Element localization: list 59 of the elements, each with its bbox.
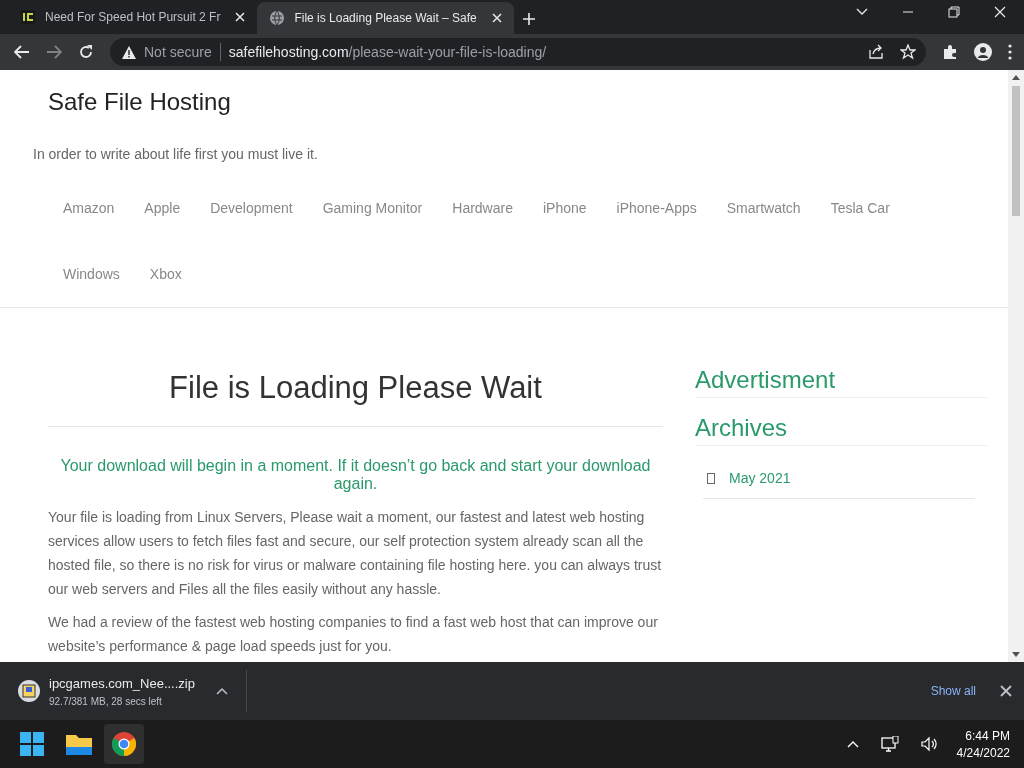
forward-icon[interactable] bbox=[46, 45, 62, 59]
nav-link[interactable]: Windows bbox=[63, 266, 120, 282]
nav-link[interactable]: iPhone-Apps bbox=[616, 200, 697, 216]
download-status: 92.7/381 MB, 28 secs left bbox=[49, 695, 163, 707]
nav-link[interactable]: Gaming Monitor bbox=[322, 200, 423, 216]
puzzle-icon[interactable] bbox=[942, 44, 958, 60]
archive-file-icon bbox=[18, 680, 40, 702]
nav-link[interactable]: Xbox bbox=[149, 266, 182, 282]
start-icon[interactable] bbox=[20, 732, 44, 756]
star-icon[interactable] bbox=[900, 44, 916, 60]
tab-title: Need For Speed Hot Pursuit 2 Fr bbox=[45, 10, 221, 24]
nav-link[interactable]: Amazon bbox=[63, 200, 115, 216]
reload-icon[interactable] bbox=[78, 44, 94, 60]
warning-icon bbox=[122, 45, 136, 59]
tab-title: File is Loading Please Wait – Safe bbox=[294, 11, 477, 25]
nav-link[interactable]: iPhone bbox=[542, 200, 587, 216]
show-all-link[interactable]: Show all bbox=[930, 684, 976, 698]
scrollbar-thumb[interactable] bbox=[1012, 86, 1020, 216]
profile-icon[interactable] bbox=[974, 43, 992, 61]
site-title[interactable]: Safe File Hosting bbox=[48, 88, 231, 116]
share-icon[interactable] bbox=[868, 44, 884, 60]
clock-time[interactable]: 6:44 PM bbox=[956, 728, 1010, 743]
scroll-down-icon[interactable] bbox=[1012, 652, 1020, 657]
chevron-up-icon[interactable] bbox=[215, 687, 228, 695]
menu-icon[interactable] bbox=[1008, 44, 1012, 60]
widget-title: Archives bbox=[695, 414, 987, 446]
new-tab-icon[interactable] bbox=[521, 12, 536, 26]
nav-link[interactable]: Development bbox=[210, 200, 293, 216]
site-tagline: In order to write about life first you must live it. bbox=[33, 146, 318, 162]
tab-search-icon[interactable] bbox=[856, 8, 868, 16]
restore-icon[interactable] bbox=[948, 6, 960, 18]
chrome-icon bbox=[112, 732, 136, 756]
nav-link[interactable]: Apple bbox=[144, 200, 181, 216]
network-icon[interactable] bbox=[880, 736, 899, 752]
archive-link[interactable]: May 2021 bbox=[729, 470, 791, 486]
clock-date[interactable]: 4/24/2022 bbox=[956, 745, 1010, 760]
widget-title: Advertisment bbox=[695, 366, 987, 398]
globe-icon bbox=[269, 10, 286, 26]
nav-link[interactable]: Tesla Car bbox=[830, 200, 890, 216]
article-paragraph: We had a review of the fastest web hosting companies to find a fast web host that can improve our website’s performance & page load speeds just for you. bbox=[48, 613, 659, 656]
address-bar[interactable]: Not secure safefilehosting.com/please-wait-your-file-is-loading/ bbox=[110, 38, 926, 66]
url-text: safefilehosting.com/please-wait-your-file-is-loading/ bbox=[228, 44, 547, 60]
back-icon[interactable] bbox=[14, 45, 30, 59]
download-filename: ipcgames.com_Nee....zip bbox=[49, 675, 195, 691]
browser-taskbar-button[interactable] bbox=[104, 724, 144, 764]
nav-link[interactable]: Smartwatch bbox=[726, 200, 801, 216]
close-icon[interactable] bbox=[1000, 685, 1012, 697]
article-paragraph: Your file is loading from Linux Servers, Please wait a moment, our fastest and latest web hosting services allow users to fetch files fast and secure, our self protection system already scan all the hosted file, so there is no risk for virus or malware containing file hosting here. you can always trust our web servers and Files all the files easily without any hassle. bbox=[48, 508, 663, 599]
download-notice: Your download will begin in a moment. If it doesn’t go back and start your download again. bbox=[59, 457, 652, 493]
security-label: Not secure bbox=[144, 44, 212, 60]
browser-tab[interactable]: Need For Speed Hot Pursuit 2 Fr bbox=[8, 2, 258, 32]
site-favicon-icon bbox=[20, 9, 36, 25]
article-title: File is Loading Please Wait bbox=[168, 370, 543, 406]
browser-tab[interactable]: File is Loading Please Wait – Safe bbox=[257, 2, 514, 34]
scrollbar[interactable] bbox=[1008, 70, 1024, 662]
download-item[interactable]: ipcgames.com_Nee....zip 92.7/381 MB, 28 secs left bbox=[18, 675, 246, 707]
volume-icon[interactable] bbox=[920, 736, 939, 752]
nav-link[interactable]: Hardware bbox=[452, 200, 513, 216]
scroll-up-icon[interactable] bbox=[1012, 75, 1020, 80]
